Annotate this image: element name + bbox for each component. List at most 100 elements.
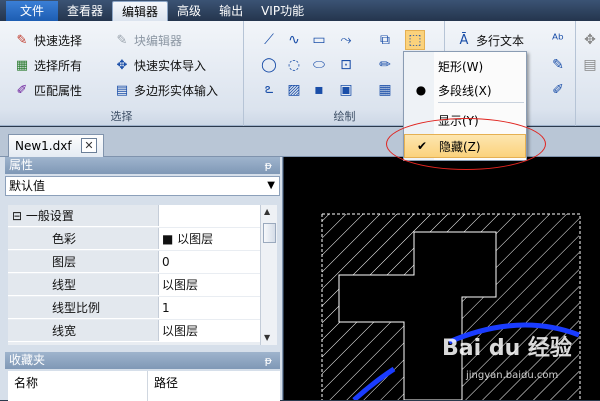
property-value[interactable]: 1 [158,297,260,318]
favorites-columns: 名称 路径 [8,371,280,401]
drawing-canvas[interactable] [284,157,600,400]
match-properties-label: 匹配属性 [34,83,83,98]
select-all-button[interactable]: ▦ 选择所有 [14,54,82,76]
category-value [158,205,260,226]
menu-item-polyline-label: 多段线(X) [438,83,492,98]
quick-entity-import-button[interactable]: ✥ 快速实体导入 [114,54,206,76]
polygon-entity-input-label: 多边形实体输入 [134,83,219,98]
document-tab[interactable]: New1.dxf ✕ [8,134,104,157]
quick-entity-import-label: 快速实体导入 [134,58,207,73]
quick-select-icon: ✎ [16,32,28,48]
scroll-up-icon[interactable]: ▲ [264,207,270,216]
property-name: 线型 [8,274,158,295]
block-editor-icon: ✎ [116,32,128,48]
polyline-tool-icon[interactable]: ∿ [284,30,304,50]
property-value[interactable]: 以图层 [158,320,260,341]
property-row[interactable]: 线型比例 1 [8,297,260,319]
properties-panel: 属性 ᵽ 默认值 ▼ ⊟ 一般设置 色彩 ■ 以图层 图层 0 线型 以图层 线… [0,157,283,401]
close-icon[interactable]: ✕ [81,138,97,153]
menu-viewer[interactable]: 查看器 [58,1,112,21]
hatch-dropdown-icon[interactable]: ⬚ [405,30,425,50]
table-tool-icon[interactable]: ▦ [375,80,395,100]
property-name: 线宽 [8,320,158,341]
property-name: 色彩 [8,228,158,249]
watermark-logo: Bai du 经验 [442,336,572,361]
select-all-label: 选择所有 [34,58,83,73]
property-value[interactable]: 0 [158,251,260,272]
property-value[interactable]: 以图层 [158,274,260,295]
line-tool-icon[interactable]: ⟋ [259,30,279,50]
spline-tool-icon[interactable]: ⤳ [336,30,356,50]
menu-advanced[interactable]: 高级 [168,1,210,21]
pen-tool-icon[interactable]: ✏ [375,55,395,75]
quick-select-button[interactable]: ✎ 快速选择 [14,29,82,51]
menu-vip[interactable]: VIP功能 [252,1,313,21]
favorites-col-path[interactable]: 路径 [148,371,178,401]
radio-dot-icon: ● [415,83,427,97]
menu-file[interactable]: 文件 [6,1,59,21]
circle-tool-icon[interactable]: ◯ [259,55,279,75]
block-editor-button[interactable]: ✎ 块编辑器 [114,29,182,51]
annotation-ellipse [386,118,546,170]
menu-output[interactable]: 输出 [210,1,252,21]
property-row[interactable]: 图层 0 [8,251,260,273]
property-value[interactable]: ■ 以图层 [158,228,260,249]
spiral-tool-icon[interactable]: ఽ [259,80,279,100]
property-name: 线型比例 [8,297,158,318]
insert-tool-icon[interactable]: ⧉ [375,30,395,50]
multiline-text-button[interactable]: Ā 多行文本 [456,29,524,51]
properties-title: 属性 [9,158,34,172]
text-style-icon[interactable]: ᴬᵇ [548,30,568,50]
drawing-svg [321,213,581,400]
quick-select-label: 快速选择 [34,33,83,48]
multiline-text-label: 多行文本 [476,33,525,48]
image-tool-icon[interactable]: ▣ [336,80,356,100]
ellipse-tool-icon[interactable]: ⬭ [309,55,329,75]
menu-bar: 文件 查看器 编辑器 高级 输出 VIP功能 [0,0,600,21]
entity-import-icon: ✥ [116,57,128,73]
menu-separator [438,102,524,103]
watermark-url: jingyan.baidu.com [466,370,559,381]
match-properties-button[interactable]: ✐ 匹配属性 [14,79,82,101]
select-group-title: 选择 [110,110,133,123]
menu-item-polyline[interactable]: ● 多段线(X) [404,78,526,102]
property-row[interactable]: 线宽 以图层 [8,320,260,342]
attribute-icon[interactable]: ✐ [548,80,568,100]
favorites-col-name[interactable]: 名称 [8,371,148,401]
text-icon: Ā [459,32,469,48]
pin-icon[interactable]: ᵽ [265,157,272,174]
favorites-title: 收藏夹 [9,353,46,367]
property-row[interactable]: 色彩 ■ 以图层 [8,228,260,250]
category-row[interactable]: ⊟ 一般设置 [8,205,260,227]
select-group: ✎ 快速选择 ✎ 块编辑器 ▦ 选择所有 ✥ 快速实体导入 ✐ 匹配属性 ▤ 多… [0,21,244,126]
select-all-icon: ▦ [15,57,29,73]
scroll-down-icon[interactable]: ▼ [264,333,270,342]
property-row[interactable]: 线型 以图层 [8,274,260,296]
menu-editor[interactable]: 编辑器 [112,1,169,21]
property-scrollbar[interactable]: ▲ ▼ [260,205,277,345]
property-grid: ⊟ 一般设置 色彩 ■ 以图层 图层 0 线型 以图层 线型比例 1 线宽 以图… [8,205,260,345]
point-tool-icon[interactable]: ▪ [309,80,329,100]
hatch-tool-icon[interactable]: ▨ [284,80,304,100]
menu-item-rectangle[interactable]: 矩形(W) [404,54,526,78]
trim-tool-icon[interactable]: ⊡ [336,55,356,75]
block-editor-label: 块编辑器 [134,33,183,48]
properties-tool-icon[interactable]: ▤ [580,55,600,75]
match-properties-icon: ✐ [16,82,28,98]
properties-header: 属性 ᵽ [5,157,280,174]
properties-combo-value: 默认值 [9,179,46,193]
document-tab-label: New1.dxf [15,139,72,153]
property-name: 图层 [8,251,158,272]
scroll-thumb[interactable] [263,223,276,243]
category-label: ⊟ 一般设置 [8,205,158,226]
properties-combo[interactable]: 默认值 ▼ [5,176,280,196]
rectangle-tool-icon[interactable]: ▭ [309,30,329,50]
move-tool-icon[interactable]: ✥ [580,30,600,50]
edit-text-icon[interactable]: ✎ [548,55,568,75]
chevron-down-icon: ▼ [267,180,275,191]
pin-icon[interactable]: ᵽ [265,352,272,369]
menu-item-rectangle-label: 矩形(W) [438,59,484,74]
favorites-header: 收藏夹 ᵽ [5,352,280,369]
polygon-entity-input-button[interactable]: ▤ 多边形实体输入 [114,79,218,101]
arc-tool-icon[interactable]: ◌ [284,55,304,75]
